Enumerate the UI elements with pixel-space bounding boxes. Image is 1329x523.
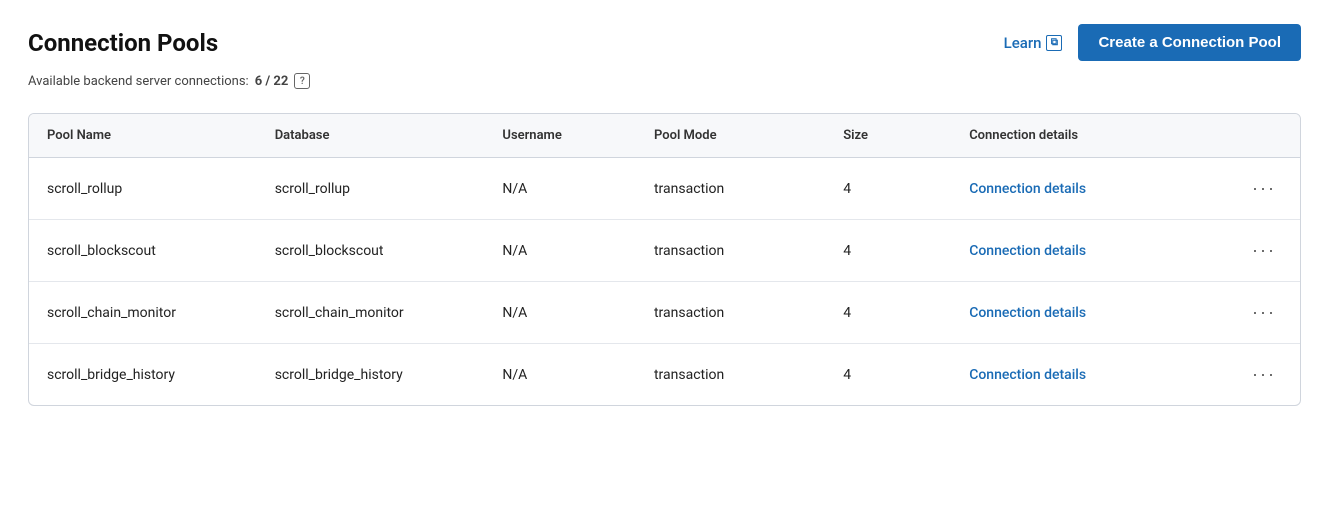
connection-pools-table: Pool Name Database Username Pool Mode Si…	[29, 114, 1300, 405]
cell-more-actions: ···	[1228, 344, 1300, 406]
more-actions-button[interactable]: ···	[1246, 300, 1282, 325]
col-header-actions	[1228, 114, 1300, 158]
col-header-database: Database	[257, 114, 485, 158]
col-header-username: Username	[484, 114, 636, 158]
cell-username: N/A	[484, 282, 636, 344]
cell-size: 4	[825, 282, 951, 344]
col-header-size: Size	[825, 114, 951, 158]
cell-pool-name: scroll_bridge_history	[29, 344, 257, 406]
cell-size: 4	[825, 158, 951, 220]
table-body: scroll_rollup scroll_rollup N/A transact…	[29, 158, 1300, 406]
connection-details-link[interactable]: Connection details	[969, 243, 1086, 259]
cell-pool-mode: transaction	[636, 344, 825, 406]
connection-details-link[interactable]: Connection details	[969, 181, 1086, 197]
col-header-pool-mode: Pool Mode	[636, 114, 825, 158]
cell-username: N/A	[484, 158, 636, 220]
cell-pool-mode: transaction	[636, 158, 825, 220]
subtitle-row: Available backend server connections: 6 …	[28, 73, 1301, 89]
help-icon[interactable]: ?	[294, 73, 310, 89]
cell-more-actions: ···	[1228, 220, 1300, 282]
connections-value: 6 / 22	[255, 74, 289, 89]
cell-database: scroll_bridge_history	[257, 344, 485, 406]
cell-username: N/A	[484, 344, 636, 406]
cell-connection-details: Connection details	[951, 344, 1228, 406]
page-title: Connection Pools	[28, 29, 218, 57]
table-row: scroll_bridge_history scroll_bridge_hist…	[29, 344, 1300, 406]
connection-pools-table-container: Pool Name Database Username Pool Mode Si…	[28, 113, 1301, 406]
cell-size: 4	[825, 220, 951, 282]
cell-more-actions: ···	[1228, 158, 1300, 220]
cell-connection-details: Connection details	[951, 220, 1228, 282]
page-header: Connection Pools Learn ⧉ Create a Connec…	[28, 24, 1301, 61]
learn-label: Learn	[1004, 34, 1042, 52]
table-row: scroll_chain_monitor scroll_chain_monito…	[29, 282, 1300, 344]
cell-connection-details: Connection details	[951, 158, 1228, 220]
cell-pool-name: scroll_blockscout	[29, 220, 257, 282]
cell-pool-name: scroll_chain_monitor	[29, 282, 257, 344]
more-actions-button[interactable]: ···	[1246, 238, 1282, 263]
cell-connection-details: Connection details	[951, 282, 1228, 344]
more-actions-button[interactable]: ···	[1246, 176, 1282, 201]
cell-size: 4	[825, 344, 951, 406]
table-row: scroll_blockscout scroll_blockscout N/A …	[29, 220, 1300, 282]
connection-details-link[interactable]: Connection details	[969, 305, 1086, 321]
connection-details-link[interactable]: Connection details	[969, 367, 1086, 383]
external-link-icon: ⧉	[1046, 35, 1062, 51]
cell-more-actions: ···	[1228, 282, 1300, 344]
col-header-pool-name: Pool Name	[29, 114, 257, 158]
header-actions: Learn ⧉ Create a Connection Pool	[1004, 24, 1301, 61]
cell-pool-mode: transaction	[636, 220, 825, 282]
cell-database: scroll_chain_monitor	[257, 282, 485, 344]
col-header-connection-details: Connection details	[951, 114, 1228, 158]
cell-database: scroll_rollup	[257, 158, 485, 220]
table-header: Pool Name Database Username Pool Mode Si…	[29, 114, 1300, 158]
cell-pool-name: scroll_rollup	[29, 158, 257, 220]
cell-username: N/A	[484, 220, 636, 282]
create-connection-pool-button[interactable]: Create a Connection Pool	[1078, 24, 1301, 61]
cell-pool-mode: transaction	[636, 282, 825, 344]
table-row: scroll_rollup scroll_rollup N/A transact…	[29, 158, 1300, 220]
learn-link[interactable]: Learn ⧉	[1004, 34, 1063, 52]
cell-database: scroll_blockscout	[257, 220, 485, 282]
subtitle-text: Available backend server connections:	[28, 74, 249, 89]
more-actions-button[interactable]: ···	[1246, 362, 1282, 387]
